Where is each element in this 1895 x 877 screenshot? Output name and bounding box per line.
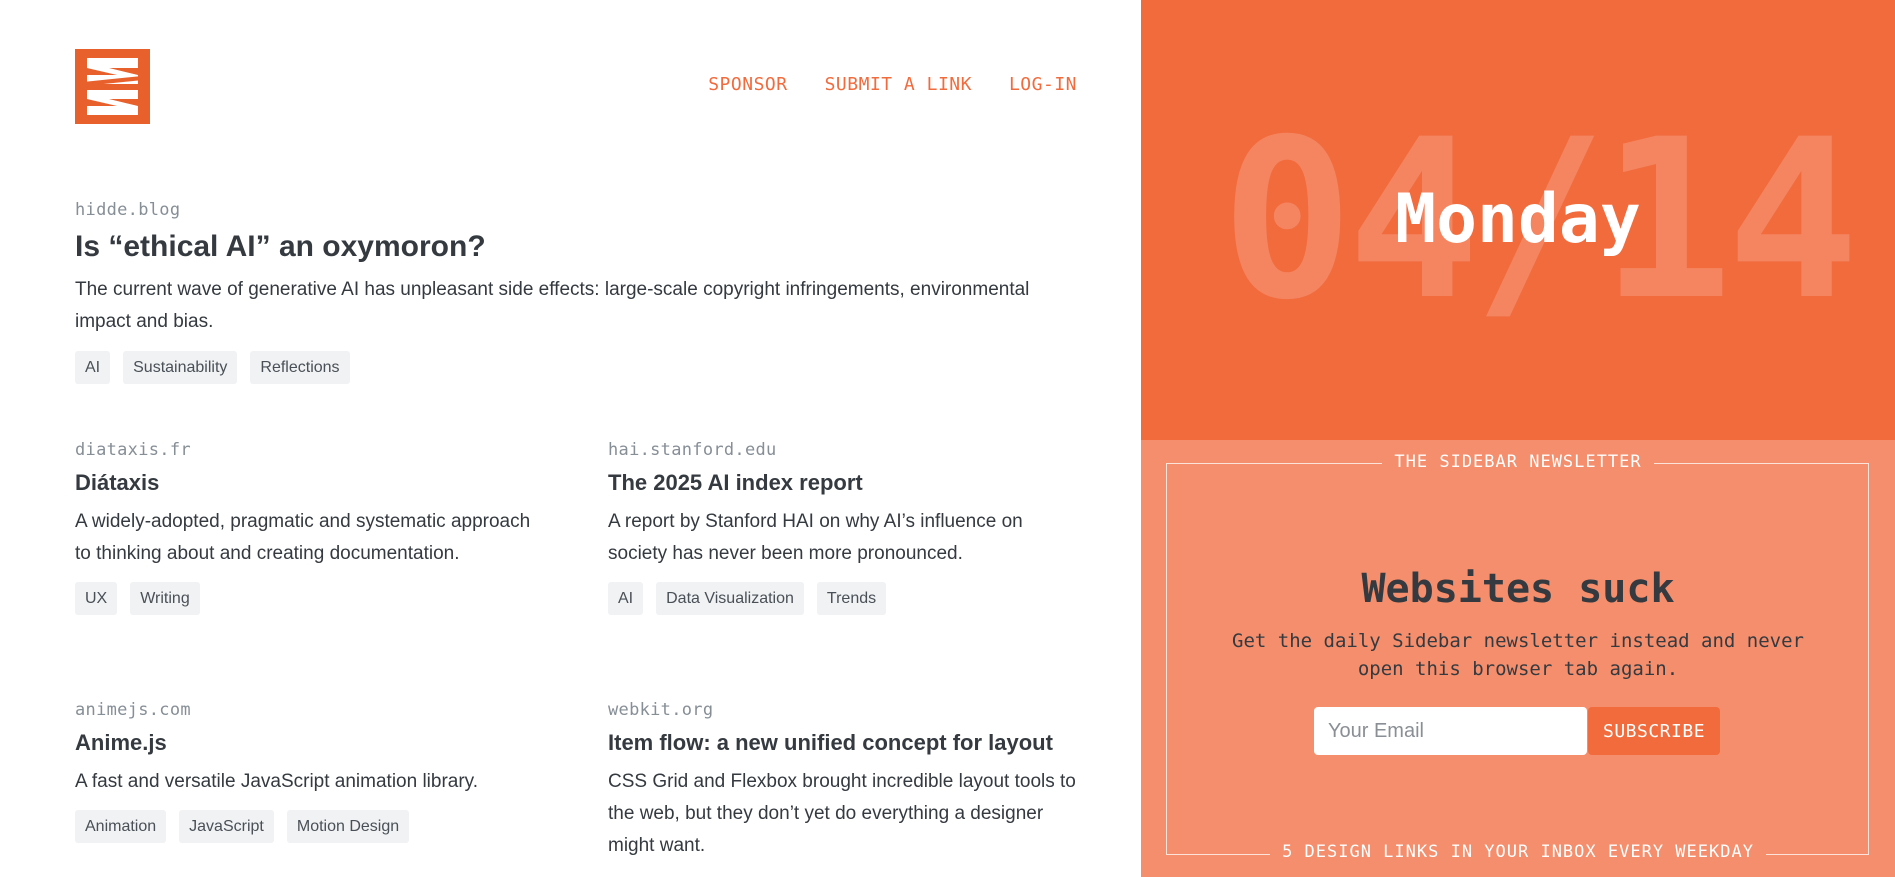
- article-domain[interactable]: webkit.org: [608, 700, 1078, 720]
- newsletter-label-text: THE SIDEBAR NEWSLETTER: [1382, 452, 1654, 472]
- article-title[interactable]: Is “ethical AI” an oxymoron?: [75, 230, 1035, 264]
- tag[interactable]: Writing: [130, 582, 200, 615]
- tag[interactable]: Data Visualization: [656, 582, 804, 615]
- article-domain[interactable]: diataxis.fr: [75, 440, 535, 460]
- article-card: webkit.org Item flow: a new unified conc…: [608, 700, 1078, 862]
- article-card: hai.stanford.edu The 2025 AI index repor…: [608, 440, 1068, 615]
- featured-article: hidde.blog Is “ethical AI” an oxymoron? …: [75, 200, 1035, 384]
- tag[interactable]: Reflections: [250, 351, 350, 384]
- article-card: diataxis.fr Diátaxis A widely-adopted, p…: [75, 440, 535, 615]
- article-description: A widely-adopted, pragmatic and systemat…: [75, 511, 531, 564]
- nav-login-link[interactable]: LOG-IN: [1009, 74, 1077, 95]
- tag[interactable]: UX: [75, 582, 118, 615]
- article-description: A report by Stanford HAI on why AI’s inf…: [608, 511, 1023, 564]
- tag-list: AI Sustainability Reflections: [75, 351, 1035, 384]
- tag[interactable]: AI: [75, 351, 111, 384]
- nav-submit-link[interactable]: SUBMIT A LINK: [825, 74, 972, 95]
- subscribe-button[interactable]: SUBSCRIBE: [1588, 707, 1721, 755]
- tag[interactable]: JavaScript: [179, 810, 274, 843]
- day-name: Monday: [1395, 180, 1641, 259]
- newsletter-subtext: Get the daily Sidebar newsletter instead…: [1232, 630, 1804, 680]
- article-domain[interactable]: hai.stanford.edu: [608, 440, 1068, 460]
- article-title[interactable]: Anime.js: [75, 730, 535, 756]
- sidebar-logo-icon[interactable]: [75, 49, 150, 124]
- newsletter-footer-label: 5 DESIGN LINKS IN YOUR INBOX EVERY WEEKD…: [1141, 842, 1895, 862]
- newsletter-footer-text: 5 DESIGN LINKS IN YOUR INBOX EVERY WEEKD…: [1270, 842, 1766, 862]
- logo-mark-icon: [75, 49, 150, 124]
- right-panel: 04/14 Monday THE SIDEBAR NEWSLETTER Webs…: [1141, 0, 1895, 877]
- article-title[interactable]: The 2025 AI index report: [608, 470, 1068, 496]
- article-title[interactable]: Item flow: a new unified concept for lay…: [608, 730, 1078, 756]
- article-description: CSS Grid and Flexbox brought incredible …: [608, 771, 1076, 856]
- tag-list: Animation JavaScript Motion Design: [75, 810, 535, 843]
- tag[interactable]: Animation: [75, 810, 167, 843]
- main-content: SPONSOR SUBMIT A LINK LOG-IN hidde.blog …: [0, 0, 1141, 877]
- tag[interactable]: Sustainability: [123, 351, 238, 384]
- article-domain[interactable]: animejs.com: [75, 700, 535, 720]
- newsletter-form: SUBSCRIBE: [1314, 707, 1721, 755]
- tag-list: UX Writing: [75, 582, 535, 615]
- email-field[interactable]: [1314, 707, 1587, 755]
- newsletter-box: THE SIDEBAR NEWSLETTER Websites suck Get…: [1141, 440, 1895, 877]
- date-display: 04/14 Monday: [1141, 0, 1895, 440]
- tag[interactable]: AI: [608, 582, 644, 615]
- tag[interactable]: Motion Design: [286, 810, 410, 843]
- article-card: animejs.com Anime.js A fast and versatil…: [75, 700, 535, 843]
- top-nav: SPONSOR SUBMIT A LINK LOG-IN: [708, 74, 1077, 95]
- article-description: A fast and versatile JavaScript animatio…: [75, 771, 479, 792]
- tag[interactable]: Trends: [816, 582, 887, 615]
- article-description: The current wave of generative AI has un…: [75, 279, 1030, 332]
- nav-sponsor-link[interactable]: SPONSOR: [708, 74, 787, 95]
- newsletter-heading: Websites suck: [1361, 566, 1675, 612]
- article-domain[interactable]: hidde.blog: [75, 200, 1035, 220]
- tag-list: AI Data Visualization Trends: [608, 582, 1068, 615]
- newsletter-label: THE SIDEBAR NEWSLETTER: [1141, 452, 1895, 472]
- article-title[interactable]: Diátaxis: [75, 470, 535, 496]
